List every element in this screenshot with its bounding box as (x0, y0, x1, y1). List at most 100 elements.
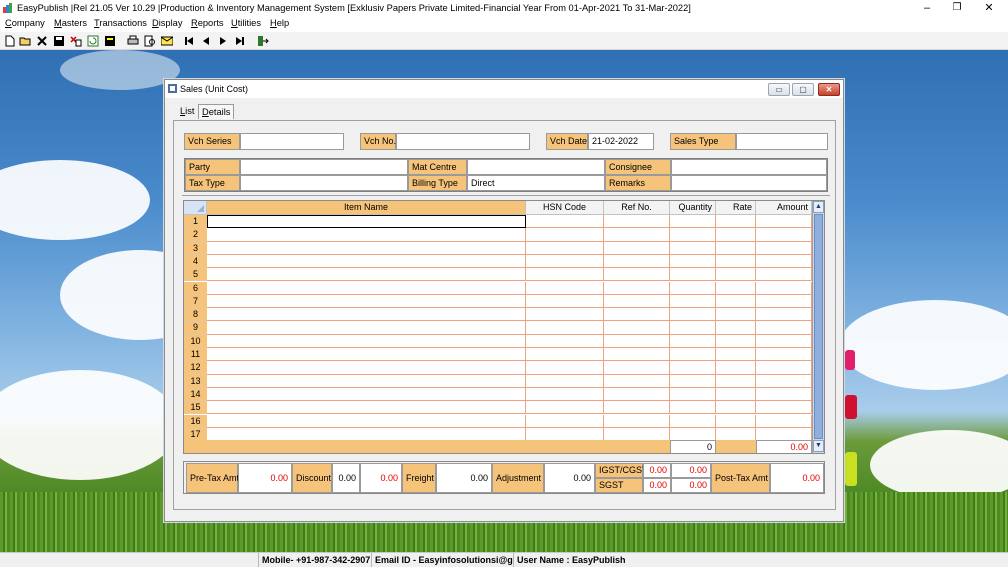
menu-utilities[interactable]: Utilities (231, 18, 261, 28)
grid-cell[interactable] (207, 348, 526, 362)
grid-cell[interactable] (670, 374, 716, 388)
grid-cell[interactable] (526, 281, 604, 295)
grid-cell[interactable] (716, 321, 756, 335)
print-icon[interactable] (127, 35, 139, 47)
grid-cell[interactable] (526, 268, 604, 282)
grid-cell[interactable] (756, 268, 812, 282)
menu-transactions[interactable]: Transactions (94, 18, 147, 28)
grid-cell[interactable] (604, 348, 670, 362)
grid-cell[interactable] (604, 254, 670, 269)
vch-no-field[interactable] (396, 133, 530, 150)
grid-cell[interactable] (526, 294, 604, 309)
grid-cell[interactable] (670, 401, 716, 415)
discount-percent-field[interactable]: 0.00 (332, 463, 360, 493)
grid-cell[interactable] (670, 348, 716, 362)
grid-cell[interactable] (756, 321, 812, 335)
grid-cell[interactable] (526, 401, 604, 415)
col-quantity[interactable]: Quantity (670, 201, 716, 215)
grid-cell[interactable] (670, 215, 716, 229)
grid-cell[interactable] (207, 241, 526, 255)
grid-cell[interactable] (756, 334, 812, 348)
table-row[interactable]: 10 (184, 334, 812, 348)
adjustment-field[interactable]: 0.00 (544, 463, 595, 493)
grid-cell[interactable] (716, 215, 756, 229)
grid-cell[interactable] (716, 334, 756, 348)
mat-centre-field[interactable] (467, 159, 605, 175)
grid-cell[interactable] (526, 334, 604, 348)
grid-cell[interactable] (604, 228, 670, 242)
menu-masters[interactable]: Masters (54, 18, 87, 28)
grid-cell[interactable] (526, 215, 604, 229)
grid-cell[interactable] (526, 387, 604, 402)
new-icon[interactable] (4, 35, 16, 47)
grid-cell[interactable] (716, 281, 756, 295)
grid-cell[interactable] (207, 374, 526, 388)
col-hsn-code[interactable]: HSN Code (526, 201, 604, 215)
grid-cell[interactable] (670, 361, 716, 375)
grid-cell[interactable] (526, 361, 604, 375)
grid-cell[interactable] (756, 361, 812, 375)
table-row[interactable]: 12 (184, 361, 812, 375)
grid-cell[interactable] (207, 321, 526, 335)
window-maximize-button[interactable]: ▢ (792, 83, 814, 96)
consignee-field[interactable] (671, 159, 827, 175)
grid-cell[interactable] (670, 308, 716, 322)
menu-help[interactable]: Help (270, 18, 289, 28)
window-close-button[interactable]: ✕ (818, 83, 840, 96)
vch-date-field[interactable]: 21-02-2022 (588, 133, 654, 150)
grid-cell[interactable] (756, 387, 812, 402)
delete-record-icon[interactable] (70, 35, 82, 47)
grid-cell[interactable] (716, 308, 756, 322)
tax-type-field[interactable] (240, 175, 408, 191)
grid-cell[interactable] (604, 334, 670, 348)
save-icon[interactable] (53, 35, 65, 47)
grid-cell[interactable] (670, 321, 716, 335)
table-row[interactable]: 16 (184, 414, 812, 428)
vch-series-field[interactable] (240, 133, 344, 150)
table-row[interactable]: 4 (184, 254, 812, 269)
grid-cell[interactable] (670, 334, 716, 348)
print-preview-icon[interactable] (144, 35, 156, 47)
grid-cell[interactable] (207, 215, 526, 229)
grid-cell[interactable] (670, 228, 716, 242)
calculator-icon[interactable] (104, 35, 116, 47)
grid-cell[interactable] (207, 387, 526, 402)
col-ref-no[interactable]: Ref No. (604, 201, 670, 215)
sales-type-field[interactable] (736, 133, 828, 150)
grid-cell[interactable] (207, 254, 526, 269)
grid-cell[interactable] (604, 308, 670, 322)
party-field[interactable] (240, 159, 408, 175)
grid-cell[interactable] (604, 215, 670, 229)
tab-details[interactable]: Details (198, 104, 235, 119)
grid-cell[interactable] (756, 348, 812, 362)
grid-cell[interactable] (604, 361, 670, 375)
grid-cell[interactable] (526, 374, 604, 388)
close-button[interactable]: ✕ (974, 0, 1004, 17)
table-row[interactable]: 14 (184, 387, 812, 402)
grid-cell[interactable] (716, 387, 756, 402)
grid-cell[interactable] (716, 361, 756, 375)
grid-cell[interactable] (670, 281, 716, 295)
grid-cell[interactable] (604, 241, 670, 255)
grid-cell[interactable] (716, 374, 756, 388)
grid-cell[interactable] (670, 414, 716, 428)
grid-cell[interactable] (207, 268, 526, 282)
table-row[interactable]: 7 (184, 294, 812, 309)
grid-cell[interactable] (716, 241, 756, 255)
delete-icon[interactable] (36, 35, 48, 47)
email-icon[interactable] (161, 35, 173, 47)
exit-icon[interactable] (257, 35, 269, 47)
last-record-icon[interactable] (234, 35, 246, 47)
grid-cell[interactable] (526, 254, 604, 269)
minimize-button[interactable]: – (912, 0, 942, 17)
grid-cell[interactable] (670, 387, 716, 402)
grid-cell[interactable] (207, 401, 526, 415)
restore-button[interactable]: ❐ (942, 0, 972, 17)
grid-cell[interactable] (716, 401, 756, 415)
grid-cell[interactable] (670, 294, 716, 309)
menu-display[interactable]: Display (152, 18, 183, 28)
grid-cell[interactable] (604, 374, 670, 388)
grid-cell[interactable] (756, 374, 812, 388)
table-row[interactable]: 11 (184, 348, 812, 362)
grid-cell[interactable] (526, 348, 604, 362)
